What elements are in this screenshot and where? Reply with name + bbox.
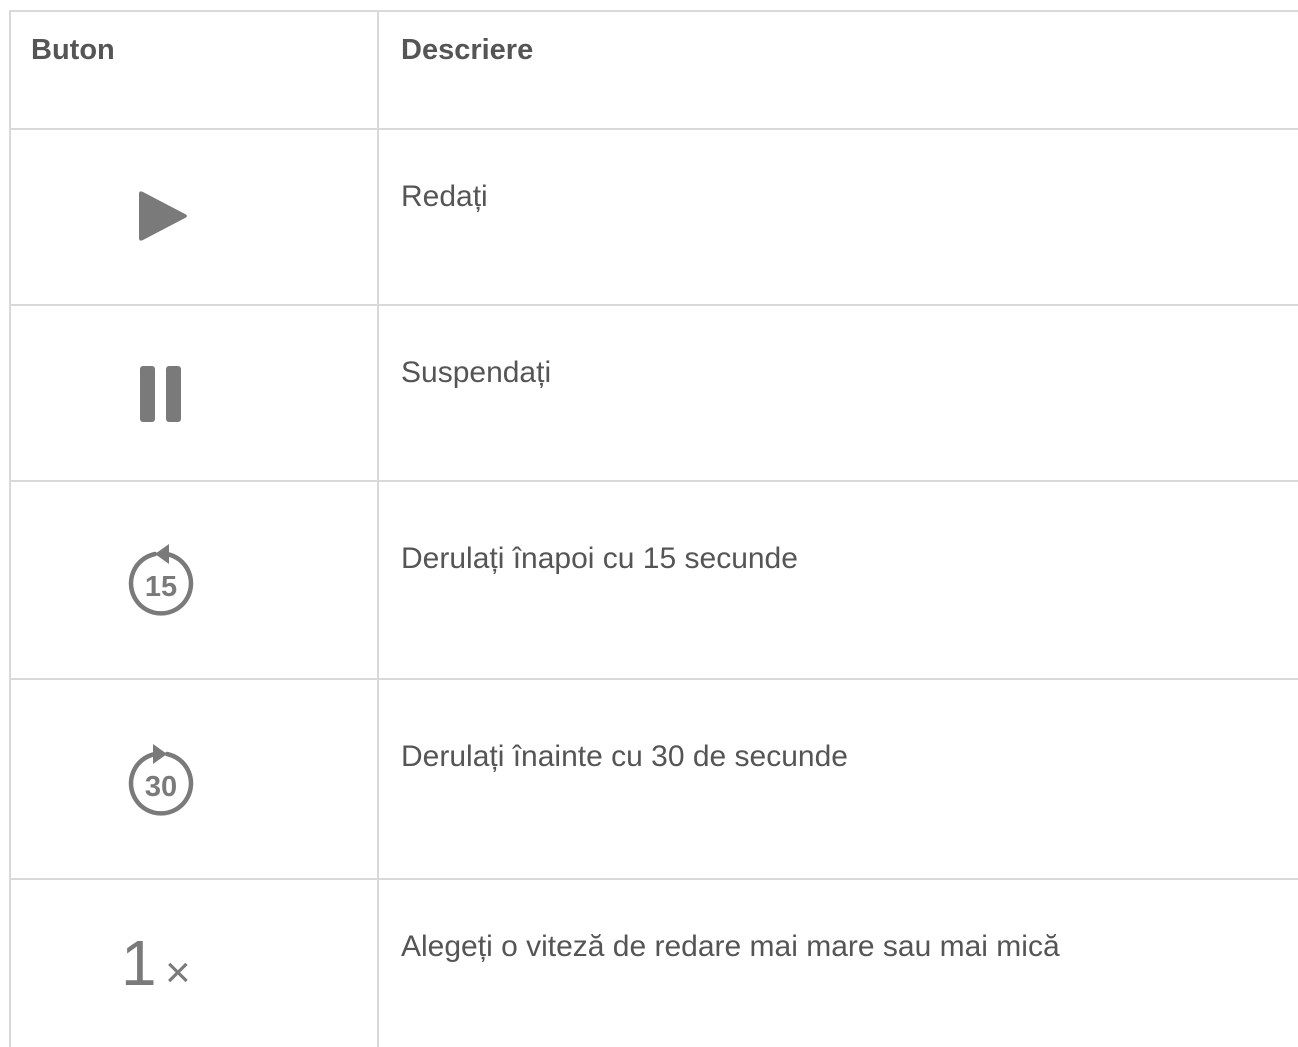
button-cell: [11, 130, 379, 304]
header-button-label: Buton: [31, 34, 115, 66]
button-cell: 30: [11, 680, 379, 878]
playback-speed-value: 1: [121, 927, 157, 999]
table-row: 1 × Alegeți o viteză de redare mai mare …: [9, 878, 1298, 1047]
skip-forward-30-icon: 30: [128, 744, 194, 816]
table-header-row: Buton Descriere: [9, 10, 1298, 128]
description-cell: Alegeți o viteză de redare mai mare sau …: [379, 880, 1298, 1047]
row-description: Alegeți o viteză de redare mai mare sau …: [401, 930, 1060, 963]
table-row: Redați: [9, 128, 1298, 304]
skip-forward-30-label: 30: [145, 771, 177, 803]
pause-icon: [140, 366, 181, 422]
table-row: 30 Derulați înainte cu 30 de secunde: [9, 678, 1298, 878]
header-cell-button: Buton: [11, 12, 379, 128]
row-description: Redați: [401, 180, 488, 213]
description-cell: Suspendați: [379, 306, 1298, 480]
table-row: Suspendați: [9, 304, 1298, 480]
button-cell: [11, 306, 379, 480]
table-row: 15 Derulați înapoi cu 15 secunde: [9, 480, 1298, 678]
header-cell-description: Descriere: [379, 12, 1298, 128]
row-description: Derulați înainte cu 30 de secunde: [401, 740, 848, 773]
row-description: Derulați înapoi cu 15 secunde: [401, 542, 798, 575]
skip-back-15-icon: 15: [128, 544, 194, 616]
controls-table: Buton Descriere Redați Suspendați 15 Der…: [9, 10, 1298, 1047]
header-description-label: Descriere: [401, 34, 534, 66]
description-cell: Derulați înainte cu 30 de secunde: [379, 680, 1298, 878]
description-cell: Redați: [379, 130, 1298, 304]
row-description: Suspendați: [401, 356, 552, 389]
button-cell: 15: [11, 482, 379, 678]
skip-back-15-label: 15: [145, 571, 177, 603]
play-icon: [139, 191, 187, 241]
button-cell: 1 ×: [11, 880, 379, 1047]
playback-speed-icon: 1 ×: [11, 880, 379, 1047]
description-cell: Derulați înapoi cu 15 secunde: [379, 482, 1298, 678]
playback-speed-suffix: ×: [165, 948, 191, 997]
